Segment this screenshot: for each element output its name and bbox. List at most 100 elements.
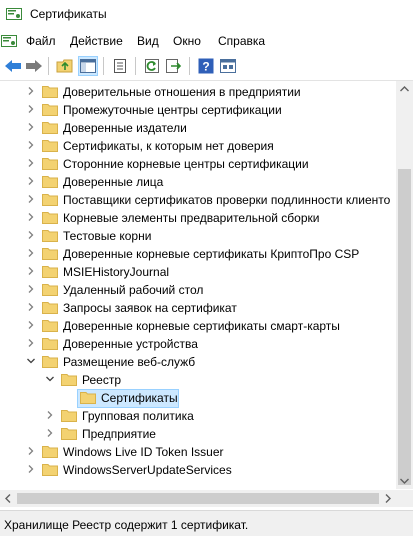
folder-icon (80, 392, 96, 404)
chevron-right-icon[interactable] (26, 302, 36, 312)
tree-item-label: Поставщики сертификатов проверки подлинн… (63, 193, 391, 207)
folder-icon (42, 104, 58, 116)
vertical-scroll-thumb[interactable] (398, 169, 411, 485)
tree-item[interactable]: Доверительные отношения в предприятии (0, 83, 396, 101)
refresh-icon[interactable] (142, 56, 162, 76)
tree-item-label: Доверенные устройства (63, 337, 198, 351)
tree-item[interactable]: Предприятие (0, 425, 396, 443)
scroll-up-icon[interactable] (400, 86, 409, 92)
tree-item[interactable]: Групповая политика (0, 407, 396, 425)
chevron-right-icon[interactable] (26, 212, 36, 222)
tree-item-label: Реестр (82, 373, 121, 387)
scroll-right-icon[interactable] (385, 494, 391, 503)
tree-item[interactable]: Корневые элементы предварительной сборки (0, 209, 396, 227)
chevron-right-icon[interactable] (26, 446, 36, 456)
folder-icon (42, 464, 58, 476)
chevron-right-icon[interactable] (26, 140, 36, 150)
tree-item-label: Промежуточные центры сертификации (63, 103, 282, 117)
chevron-right-icon[interactable] (26, 176, 36, 186)
chevron-right-icon[interactable] (26, 266, 36, 276)
folder-icon (61, 410, 77, 422)
tree-item-label: Предприятие (82, 427, 156, 441)
chevron-right-icon[interactable] (26, 194, 36, 204)
menu-view[interactable]: Вид (137, 34, 159, 48)
chevron-right-icon[interactable] (45, 428, 55, 438)
folder-icon (42, 266, 58, 278)
back-arrow-icon[interactable] (3, 56, 23, 76)
tree-item-label: Доверенные корневые сертификаты смарт-ка… (63, 319, 340, 333)
view-icon[interactable] (218, 56, 238, 76)
tree-item[interactable]: Тестовые корни (0, 227, 396, 245)
tree-item[interactable]: Поставщики сертификатов проверки подлинн… (0, 191, 396, 209)
show-tree-icon[interactable] (78, 56, 98, 76)
tree-item[interactable]: Доверенные лица (0, 173, 396, 191)
chevron-right-icon[interactable] (45, 410, 55, 420)
chevron-right-icon[interactable] (26, 248, 36, 258)
vertical-scrollbar[interactable] (396, 81, 413, 489)
horizontal-scroll-thumb[interactable] (17, 493, 379, 504)
chevron-right-icon[interactable] (26, 86, 36, 96)
toolbar-separator (48, 57, 49, 75)
tree-item-label: Доверенные корневые сертификаты КриптоПр… (63, 247, 360, 261)
tree-item[interactable]: Доверенные корневые сертификаты смарт-ка… (0, 317, 396, 335)
tree-item-label: Тестовые корни (63, 229, 152, 243)
tree-item[interactable]: Удаленный рабочий стол (0, 281, 396, 299)
tree-item-label: Доверенные издатели (63, 121, 187, 135)
menu-help[interactable]: Справка (218, 34, 265, 48)
properties-icon[interactable] (110, 56, 130, 76)
chevron-right-icon[interactable] (26, 158, 36, 168)
folder-icon (42, 86, 58, 98)
menu-file[interactable]: Файл (26, 34, 56, 48)
chevron-right-icon[interactable] (26, 338, 36, 348)
tree-item[interactable]: Промежуточные центры сертификации (0, 101, 396, 119)
folder-icon (42, 122, 58, 134)
folder-icon (42, 158, 58, 170)
folder-icon (42, 248, 58, 260)
chevron-right-icon[interactable] (26, 104, 36, 114)
tree-item[interactable]: Размещение веб-служб (0, 353, 396, 371)
folder-icon (42, 230, 58, 242)
tree-item[interactable]: WindowsServerUpdateServices (0, 461, 396, 479)
tree-item[interactable]: Сторонние корневые центры сертификации (0, 155, 396, 173)
tree-item-label: WindowsServerUpdateServices (63, 463, 232, 477)
certificate-menu-icon[interactable] (1, 34, 17, 48)
svg-text:?: ? (202, 60, 209, 74)
tree-item[interactable]: Реестр (0, 371, 396, 389)
scroll-down-icon[interactable] (400, 478, 409, 484)
tree-item[interactable]: Доверенные издатели (0, 119, 396, 137)
menu-window[interactable]: Окно (173, 34, 201, 48)
certificate-tree[interactable]: Доверительные отношения в предприятии Про… (0, 81, 396, 489)
folder-icon (42, 338, 58, 350)
tree-item[interactable]: Доверенные корневые сертификаты КриптоПр… (0, 245, 396, 263)
tree-item[interactable]: Windows Live ID Token Issuer (0, 443, 396, 461)
tree-item[interactable]: Сертификаты, к которым нет доверия (0, 137, 396, 155)
chevron-right-icon[interactable] (26, 230, 36, 240)
menu-action[interactable]: Действие (70, 34, 123, 48)
chevron-down-icon[interactable] (26, 356, 36, 366)
help-icon[interactable]: ? (196, 56, 216, 76)
status-bar: Хранилище Реестр содержит 1 сертификат. (0, 510, 413, 536)
chevron-right-icon[interactable] (26, 284, 36, 294)
chevron-right-icon[interactable] (26, 320, 36, 330)
menu-bar (0, 30, 413, 52)
folder-icon (61, 428, 77, 440)
scroll-left-icon[interactable] (5, 494, 11, 503)
tree-item[interactable]: Запросы заявок на сертификат (0, 299, 396, 317)
status-text: Хранилище Реестр содержит 1 сертификат. (4, 518, 249, 532)
tree-item-label: Доверенные лица (63, 175, 164, 189)
folder-icon (61, 374, 77, 386)
tree-item[interactable]: Сертификаты (0, 389, 396, 408)
chevron-right-icon[interactable] (26, 464, 36, 474)
tree-item[interactable]: MSIEHistoryJournal (0, 263, 396, 281)
forward-arrow-icon[interactable] (24, 56, 44, 76)
horizontal-scrollbar[interactable] (0, 490, 396, 507)
window-title: Сертификаты (30, 7, 107, 21)
up-folder-icon[interactable] (55, 56, 75, 76)
tree-item-label: Корневые элементы предварительной сборки (63, 211, 320, 225)
title-bar: Сертификаты (0, 0, 413, 30)
export-icon[interactable] (164, 56, 184, 76)
chevron-down-icon[interactable] (45, 374, 55, 384)
chevron-right-icon[interactable] (26, 122, 36, 132)
tree-item[interactable]: Доверенные устройства (0, 335, 396, 353)
tree-item-label: Сертификаты (101, 391, 178, 405)
